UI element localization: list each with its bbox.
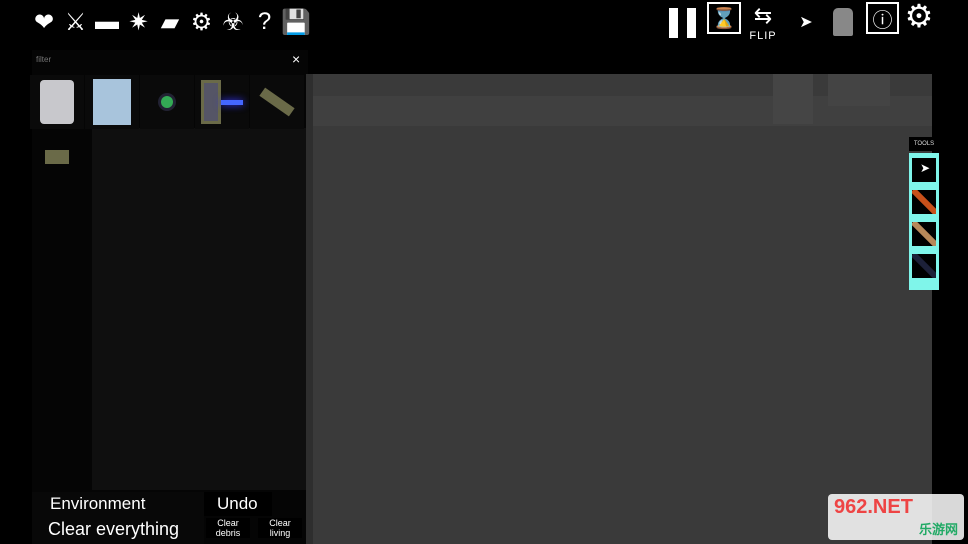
drag-tool[interactable]: ➤	[912, 158, 936, 182]
pause-icon	[669, 8, 696, 38]
settings-button[interactable]: ⚙	[905, 0, 934, 34]
biohazard-category-button[interactable]: ☣	[219, 8, 247, 36]
cursor-icon: ➤	[799, 14, 813, 31]
crossed-swords-icon: ⚔	[64, 8, 87, 36]
spawn-preview-button[interactable]	[829, 8, 857, 36]
clear-everything-button[interactable]: Clear everything	[32, 516, 204, 544]
tools-panel: ➤	[909, 153, 939, 290]
vehicle-category-button[interactable]: ▰	[156, 8, 184, 36]
explosion-icon: ✷	[128, 8, 149, 36]
orange-wire-tool-icon	[912, 190, 936, 214]
save-icon: 💾	[281, 8, 311, 36]
tools-label: TOOLS	[909, 137, 939, 151]
heart-icon: ❤	[33, 8, 55, 36]
watermark-logo: 962.NET 乐游网	[828, 494, 964, 540]
flip-button[interactable]: ⇆ FLIP	[746, 2, 780, 48]
clear-living-button[interactable]: Clear living	[258, 518, 302, 538]
help-icon: ?	[257, 8, 272, 35]
spawn-item-blue-light-turret[interactable]	[195, 75, 249, 129]
biohazard-icon: ☣	[222, 8, 244, 36]
gear-category-button[interactable]: ⚙	[188, 8, 216, 36]
ghost-object	[828, 74, 890, 106]
hourglass-icon: ⌛	[711, 7, 737, 30]
close-panel-button[interactable]: ×	[292, 51, 300, 67]
gun-icon: ▬	[95, 8, 119, 35]
undo-button[interactable]: Undo	[204, 492, 272, 516]
flip-arrows-icon: ⇆	[753, 3, 773, 28]
environment-button[interactable]: Environment	[32, 492, 204, 516]
orange-wire-tool[interactable]	[912, 190, 936, 214]
world-canvas[interactable]	[308, 74, 932, 544]
spawn-item-android-head[interactable]	[30, 75, 84, 129]
gun-category-button[interactable]: ▬	[93, 8, 121, 36]
rope-tool[interactable]	[912, 222, 936, 246]
dark-cable-tool-icon	[912, 254, 936, 278]
save-category-button[interactable]: 💾	[281, 8, 311, 36]
filter-input[interactable]	[36, 55, 276, 64]
flip-label: FLIP	[749, 30, 777, 42]
pause-button[interactable]	[666, 8, 700, 38]
dark-cable-tool[interactable]	[912, 254, 936, 278]
gear-icon: ⚙	[190, 8, 213, 36]
spawn-grid-empty	[92, 128, 308, 490]
cursor-button[interactable]: ➤	[792, 8, 820, 36]
slow-motion-button[interactable]: ⌛	[707, 2, 741, 34]
heart-category-button[interactable]: ❤	[30, 8, 58, 36]
rope-tool-icon	[912, 222, 936, 246]
alert-icon: ⓘ	[872, 9, 893, 32]
clear-debris-button[interactable]: Clear debris	[206, 518, 250, 538]
spawn-item-tripod-turret[interactable]	[30, 130, 84, 184]
gear-icon: ⚙	[904, 0, 934, 34]
vehicle-icon: ▰	[160, 8, 180, 36]
cursor-icon: ➤	[920, 161, 931, 175]
notifications-button[interactable]: ⓘ	[866, 2, 899, 34]
ghost-object	[773, 74, 813, 124]
head-icon	[833, 8, 853, 36]
spawn-item-mounted-gun[interactable]	[250, 75, 304, 129]
crossed-swords-category-button[interactable]: ⚔	[62, 8, 90, 36]
panel-scrollbar[interactable]	[306, 74, 313, 544]
spawn-item-blue-android-head[interactable]	[85, 75, 139, 129]
help-category-button[interactable]: ?	[251, 8, 279, 36]
explosion-category-button[interactable]: ✷	[125, 8, 153, 36]
spawn-item-spider-bot[interactable]	[140, 75, 194, 129]
